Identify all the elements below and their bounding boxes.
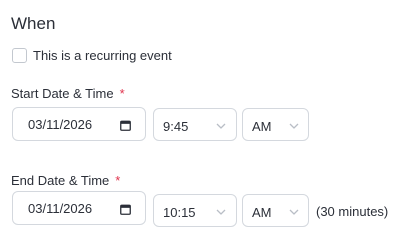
start-label-text: Start Date & Time [11, 86, 114, 101]
start-date-value: 03/11/2026 [28, 117, 93, 132]
end-date-value: 03/11/2026 [28, 201, 93, 216]
chevron-down-icon [216, 123, 226, 129]
end-label-text: End Date & Time [11, 173, 110, 188]
start-datetime-label: Start Date & Time * [11, 85, 125, 102]
start-date-input[interactable]: 03/11/2026 [12, 107, 146, 141]
end-ampm-value: AM [252, 205, 272, 220]
end-ampm-select[interactable]: AM [242, 194, 309, 227]
chevron-down-icon [289, 123, 299, 129]
end-datetime-label: End Date & Time * [11, 172, 120, 189]
end-time-select[interactable]: 10:15 [153, 194, 237, 227]
chevron-down-icon [216, 209, 226, 215]
calendar-icon[interactable] [120, 204, 131, 215]
start-time-value: 9:45 [163, 119, 189, 134]
start-ampm-value: AM [252, 119, 272, 134]
chevron-down-icon [289, 209, 299, 215]
required-indicator: * [115, 173, 121, 188]
end-time-value: 10:15 [163, 205, 196, 220]
required-indicator: * [119, 86, 125, 101]
recurring-checkbox[interactable] [12, 48, 27, 63]
end-date-input[interactable]: 03/11/2026 [12, 191, 146, 225]
start-ampm-select[interactable]: AM [242, 108, 309, 141]
calendar-icon[interactable] [120, 120, 131, 131]
section-title: When [11, 14, 56, 33]
recurring-checkbox-label[interactable]: This is a recurring event [33, 47, 172, 64]
duration-text: (30 minutes) [316, 204, 389, 219]
start-time-select[interactable]: 9:45 [153, 108, 237, 141]
